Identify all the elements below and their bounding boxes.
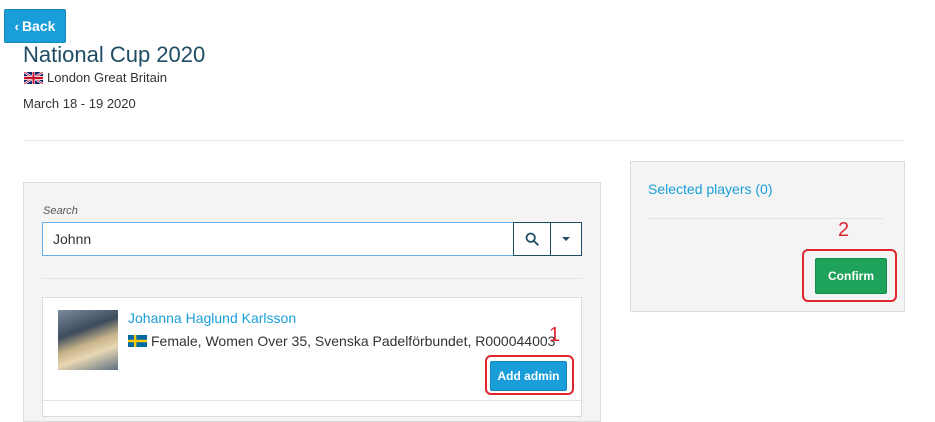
annotation-number-2: 2 [838,219,850,241]
back-button[interactable]: ‹ Back [4,9,66,43]
player-name-link[interactable]: Johanna Haglund Karlsson [128,310,296,326]
annotation-box-1 [485,355,574,395]
page-title: National Cup 2020 [23,42,206,67]
annotation-box-2 [802,249,897,302]
event-dates: March 18 - 19 2020 [23,96,136,111]
search-icon [525,232,539,246]
back-label: Back [21,18,56,34]
chevron-left-icon: ‹ [14,18,19,34]
search-input[interactable] [42,222,514,256]
header-divider [23,140,905,141]
selected-players-title[interactable]: Selected players (0) [648,181,773,197]
player-details: Female, Women Over 35, Svenska Padelförb… [151,333,556,349]
player-avatar [58,310,118,370]
annotation-number-1: 1 [549,324,561,346]
uk-flag-icon [24,71,43,84]
player-info: Female, Women Over 35, Svenska Padelförb… [128,333,555,349]
card-divider [43,400,581,401]
location-text: London Great Britain [47,70,167,85]
search-button[interactable] [513,222,551,256]
search-divider [42,278,582,279]
caret-down-icon [562,237,570,241]
event-location: London Great Britain [24,70,167,85]
search-options-dropdown[interactable] [550,222,582,256]
search-label: Search [43,205,78,217]
sweden-flag-icon [128,335,147,347]
